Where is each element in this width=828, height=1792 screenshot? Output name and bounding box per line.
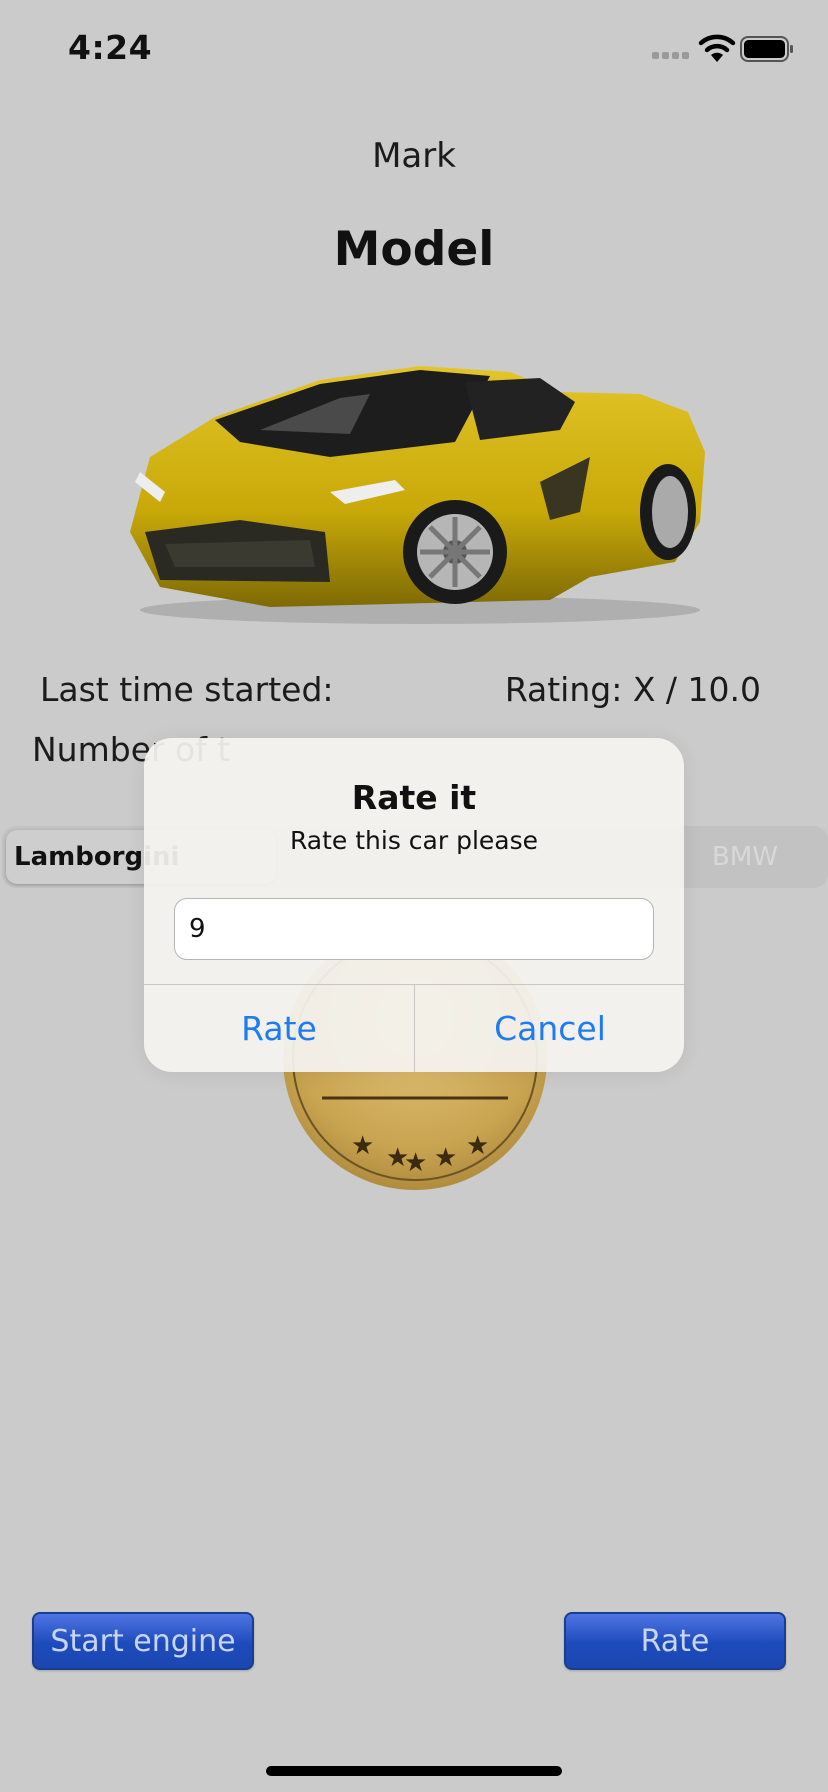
svg-text:★: ★ xyxy=(466,1131,489,1161)
svg-text:★: ★ xyxy=(404,1148,427,1178)
status-time: 4:24 xyxy=(68,28,153,67)
alert-rate-button[interactable]: Rate xyxy=(144,985,414,1072)
home-indicator[interactable] xyxy=(266,1766,562,1776)
rating-label: Rating: X / 10.0 xyxy=(504,670,761,709)
rate-alert-dialog: Rate it Rate this car please Rate Cancel xyxy=(144,738,684,1072)
alert-cancel-button[interactable]: Cancel xyxy=(415,985,684,1072)
rate-button[interactable]: Rate xyxy=(564,1612,786,1670)
svg-text:★: ★ xyxy=(434,1143,457,1173)
last-started-label: Last time started: xyxy=(40,670,334,709)
car-image xyxy=(130,366,705,624)
start-engine-button[interactable]: Start engine xyxy=(32,1612,254,1670)
segment-bmw[interactable]: BMW xyxy=(660,830,828,884)
alert-title: Rate it xyxy=(351,778,477,817)
battery-icon xyxy=(740,36,793,62)
rating-input[interactable] xyxy=(174,898,654,960)
svg-text:★: ★ xyxy=(351,1131,374,1161)
cellular-signal-icon xyxy=(652,52,689,59)
mark-label: Mark xyxy=(372,136,456,176)
model-title: Model xyxy=(333,222,495,277)
wifi-icon xyxy=(698,34,736,62)
alert-message: Rate this car please xyxy=(289,826,539,855)
